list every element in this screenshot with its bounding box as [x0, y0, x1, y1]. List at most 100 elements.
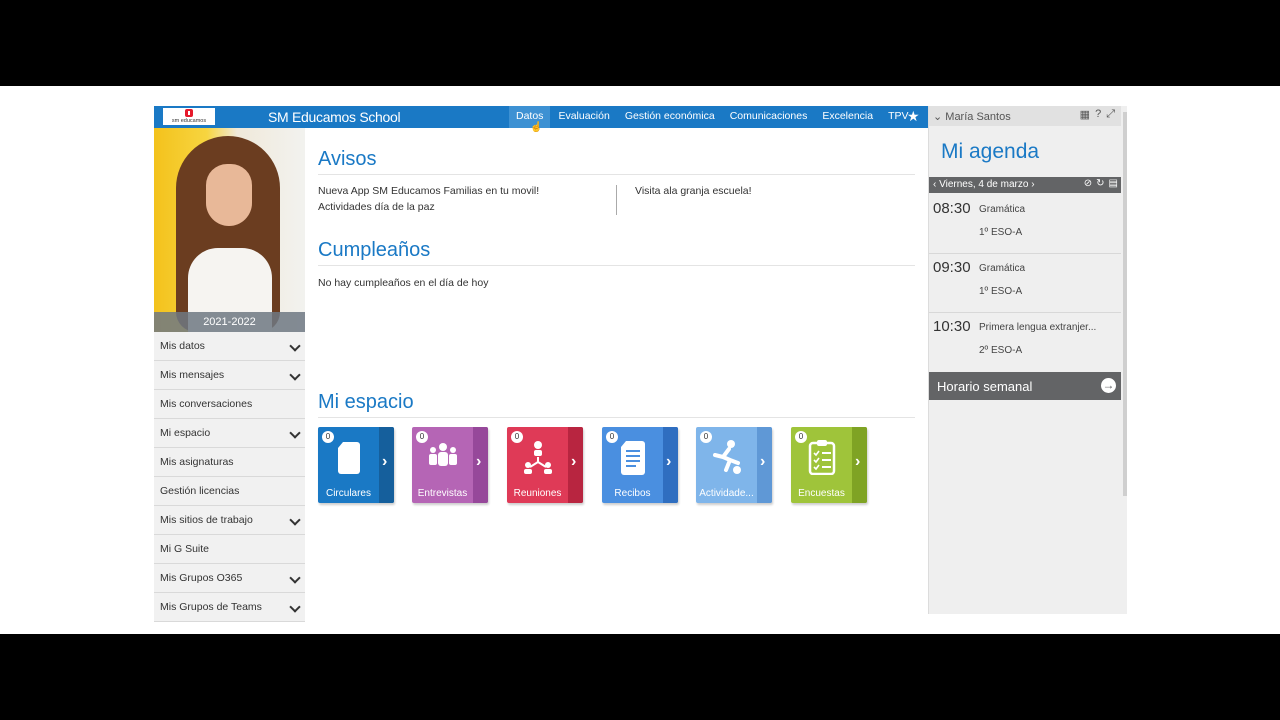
avisos-separator	[616, 185, 617, 215]
chevron-down-icon	[289, 427, 301, 439]
tile-count-badge: 0	[511, 431, 523, 443]
chevron-down-icon	[289, 514, 301, 526]
tile-encuestas[interactable]: 0 Encuestas	[791, 427, 867, 503]
cumpleanos-empty-text: No hay cumpleaños en el día de hoy	[318, 277, 489, 289]
sidebar-item-label: Mi espacio	[160, 427, 211, 439]
sidebar-item-label: Mis Grupos O365	[160, 572, 243, 584]
panel-tools: ▦ ? ⤢	[1080, 108, 1115, 121]
aviso-link[interactable]: Actividades día de la paz	[318, 201, 435, 213]
tile-count-badge: 0	[322, 431, 334, 443]
chevron-down-icon	[289, 572, 301, 584]
tile-label: Circulares	[325, 488, 371, 499]
sidebar-item-mi-espacio[interactable]: Mi espacio	[154, 419, 305, 448]
tile-recibos[interactable]: 0 Recibos	[602, 427, 678, 503]
nav-comunicaciones[interactable]: Comunicaciones	[723, 106, 815, 128]
divider	[318, 265, 915, 266]
left-sidebar: 2021-2022 Mis datos Mis mensajes Mis con…	[154, 128, 305, 622]
tile-entrevistas[interactable]: 0 Entrevistas	[412, 427, 488, 503]
school-year-label: 2021-2022	[154, 312, 305, 332]
profile-photo	[154, 128, 305, 332]
photo-face	[206, 164, 252, 226]
hide-icon[interactable]: ⊘	[1084, 178, 1092, 189]
agenda-title: Mi agenda	[941, 140, 1040, 163]
sidebar-item-mis-datos[interactable]: Mis datos	[154, 332, 305, 361]
calendar-icon[interactable]: ▤	[1109, 178, 1118, 189]
user-name: María Santos	[945, 111, 1011, 123]
tile-label: Recibos	[614, 488, 651, 499]
nav-excelencia[interactable]: Excelencia	[815, 106, 880, 128]
sidebar-item-label: Mis conversaciones	[160, 398, 253, 410]
horario-label: Horario semanal	[937, 379, 1033, 394]
nav-gestion-economica[interactable]: Gestión económica	[618, 106, 722, 128]
receipt-icon	[621, 441, 645, 475]
chevron-right-icon[interactable]: ›	[1031, 179, 1034, 190]
sidebar-item-mis-sitios-de-trabajo[interactable]: Mis sitios de trabajo	[154, 506, 305, 535]
sidebar-item-label: Mis Grupos de Teams	[160, 601, 262, 613]
sidebar-item-mis-conversaciones[interactable]: Mis conversaciones	[154, 390, 305, 419]
help-icon[interactable]: ?	[1095, 108, 1101, 121]
aviso-link[interactable]: Visita ala granja escuela!	[635, 185, 752, 197]
logo-text: sm educamos	[171, 118, 207, 124]
grid-icon[interactable]: ▦	[1080, 108, 1090, 121]
tile-arrow	[379, 427, 394, 503]
sidebar-item-mis-asignaturas[interactable]: Mis asignaturas	[154, 448, 305, 477]
chevron-down-icon	[289, 340, 301, 352]
main-nav: Datos Evaluación Gestión económica Comun…	[509, 106, 917, 128]
event-subject: Primera lengua extranjer...	[979, 322, 1097, 333]
user-menu[interactable]: ⌄ María Santos	[933, 110, 1011, 123]
sidebar-item-label: Mis asignaturas	[160, 456, 234, 468]
event-time: 10:30	[933, 318, 971, 335]
sidebar-item-mi-g-suite[interactable]: Mi G Suite	[154, 535, 305, 564]
agenda-event[interactable]: 08:30 Gramática 1º ESO-A	[929, 195, 1121, 254]
sidebar-item-mis-grupos-de-teams[interactable]: Mis Grupos de Teams	[154, 593, 305, 622]
sidebar-item-label: Mis sitios de trabajo	[160, 514, 253, 526]
expand-icon[interactable]: ⤢	[1106, 108, 1115, 121]
tile-actividades[interactable]: 0 Actividade...	[696, 427, 772, 503]
tile-label: Encuestas	[798, 488, 845, 499]
tile-count-badge: 0	[795, 431, 807, 443]
main-content: Avisos Nueva App SM Educamos Familias en…	[318, 128, 916, 614]
favorites-star-icon[interactable]: ★	[907, 109, 920, 123]
chevron-down-icon	[289, 601, 301, 613]
sidebar-item-mis-mensajes[interactable]: Mis mensajes	[154, 361, 305, 390]
tile-label: Reuniones	[513, 488, 562, 499]
tile-arrow	[757, 427, 772, 503]
nav-evaluacion[interactable]: Evaluación	[551, 106, 616, 128]
tile-arrow	[568, 427, 583, 503]
top-bar: sm educamos SM Educamos School Datos Eva…	[154, 106, 928, 133]
tile-count-badge: 0	[416, 431, 428, 443]
agenda-event[interactable]: 09:30 Gramática 1º ESO-A	[929, 254, 1121, 313]
date-tools: ⊘ ↻ ▤	[1084, 178, 1118, 189]
sidebar-item-gestion-licencias[interactable]: Gestión licencias	[154, 477, 305, 506]
agenda-event[interactable]: 10:30 Primera lengua extranjer... 2º ESO…	[929, 313, 1121, 371]
tile-arrow	[852, 427, 867, 503]
tile-label: Entrevistas	[417, 488, 468, 499]
chevron-left-icon[interactable]: ‹	[933, 179, 936, 190]
sidebar-item-mis-grupos-o365[interactable]: Mis Grupos O365	[154, 564, 305, 593]
sidebar-item-label: Mis datos	[160, 340, 205, 352]
sidebar-menu: Mis datos Mis mensajes Mis conversacione…	[154, 332, 305, 622]
tile-reuniones[interactable]: 0 Reuniones	[507, 427, 583, 503]
logo-mark-icon	[185, 109, 193, 117]
aviso-link[interactable]: Nueva App SM Educamos Familias en tu mov…	[318, 185, 539, 197]
sm-logo[interactable]: sm educamos	[163, 108, 215, 125]
avisos-title: Avisos	[318, 148, 377, 170]
activity-icon	[713, 440, 741, 474]
event-time: 08:30	[933, 200, 971, 217]
event-group: 2º ESO-A	[979, 345, 1023, 356]
divider	[318, 174, 915, 175]
sidebar-item-label: Gestión licencias	[160, 485, 240, 497]
survey-icon	[808, 440, 836, 475]
horario-semanal-button[interactable]: Horario semanal →	[929, 372, 1121, 400]
tile-count-badge: 0	[606, 431, 618, 443]
tile-arrow	[473, 427, 488, 503]
tile-arrow	[663, 427, 678, 503]
refresh-icon[interactable]: ↻	[1096, 178, 1104, 189]
event-time: 09:30	[933, 259, 971, 276]
meeting-icon	[524, 441, 552, 474]
tile-circulares[interactable]: 0 Circulares	[318, 427, 394, 503]
event-group: 1º ESO-A	[979, 286, 1023, 297]
scrollbar[interactable]	[1123, 112, 1127, 496]
sidebar-item-label: Mi G Suite	[160, 543, 210, 555]
event-subject: Gramática	[979, 263, 1026, 274]
